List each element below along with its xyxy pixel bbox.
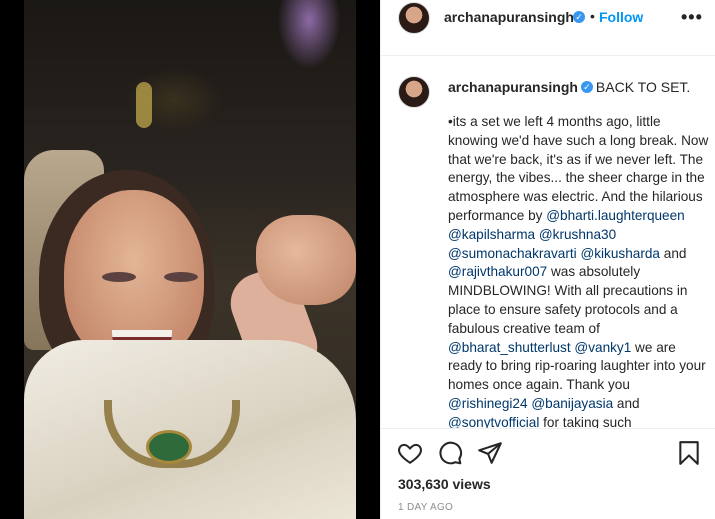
caption-text: •its a set we left 4 months ago, little … bbox=[448, 113, 710, 428]
person-eye-right bbox=[164, 272, 198, 282]
verified-icon: ✓ bbox=[580, 81, 593, 94]
mention-link[interactable]: @rishinegi24 bbox=[448, 396, 528, 411]
caption-text-segment: •its a set we left 4 months ago, little … bbox=[448, 114, 713, 223]
avatar[interactable] bbox=[398, 2, 430, 34]
caption-title: BACK TO SET. bbox=[595, 79, 691, 95]
separator-dot: • bbox=[590, 8, 595, 24]
person-raised-fist bbox=[256, 215, 356, 305]
mention-link[interactable]: @vanky1 bbox=[574, 340, 631, 355]
mention-link[interactable]: @sumonachakravarti bbox=[448, 246, 577, 261]
view-count[interactable]: 303,630 views bbox=[398, 476, 491, 492]
post-actions: 303,630 views 1 DAY AGO bbox=[381, 428, 715, 519]
share-icon[interactable] bbox=[477, 440, 503, 466]
caption-text-segment: for taking such bbox=[539, 414, 632, 428]
mention-link[interactable]: @krushna30 bbox=[539, 227, 616, 242]
follow-button[interactable]: Follow bbox=[599, 9, 643, 25]
necklace-pendant bbox=[146, 430, 192, 464]
caption-header: archanapuransingh ✓ BACK TO SET. bbox=[448, 79, 690, 95]
mention-link[interactable]: @rajivthakur007 bbox=[448, 264, 547, 279]
caption-area: archanapuransingh ✓ BACK TO SET. •its a se… bbox=[381, 56, 715, 428]
caption-text-segment: and bbox=[659, 245, 691, 261]
heart-icon[interactable] bbox=[397, 440, 423, 466]
mention-link[interactable]: @sonytvofficial bbox=[448, 415, 539, 428]
verified-icon: ✓ bbox=[573, 11, 585, 23]
bookmark-icon[interactable] bbox=[676, 440, 702, 466]
post-media[interactable] bbox=[0, 0, 380, 519]
post-timestamp[interactable]: 1 DAY AGO bbox=[398, 502, 453, 513]
mention-link[interactable]: @banijayasia bbox=[531, 396, 613, 411]
caption-text-segment bbox=[685, 208, 689, 223]
person-eye-left bbox=[102, 272, 136, 282]
more-options-icon[interactable]: ••• bbox=[681, 7, 703, 28]
video-player[interactable] bbox=[24, 0, 356, 519]
caption-username[interactable]: archanapuransingh bbox=[448, 79, 578, 95]
caption-text-segment: and bbox=[613, 395, 644, 411]
caption-avatar[interactable] bbox=[398, 76, 430, 108]
post-side-panel: archanapuransingh ✓ • Follow ••• archana… bbox=[380, 0, 715, 519]
mention-link[interactable]: @bharti.laughterqueen bbox=[546, 208, 685, 223]
mention-link[interactable]: @kikusharda bbox=[580, 246, 660, 261]
background-lamp bbox=[136, 82, 152, 128]
post-header: archanapuransingh ✓ • Follow ••• bbox=[381, 0, 715, 56]
caption-text-segment bbox=[616, 227, 620, 242]
mention-link[interactable]: @bharat_shutterlust bbox=[448, 340, 571, 355]
comment-icon[interactable] bbox=[437, 440, 463, 466]
mention-link[interactable]: @kapilsharma bbox=[448, 227, 535, 242]
header-username[interactable]: archanapuransingh bbox=[444, 9, 574, 25]
